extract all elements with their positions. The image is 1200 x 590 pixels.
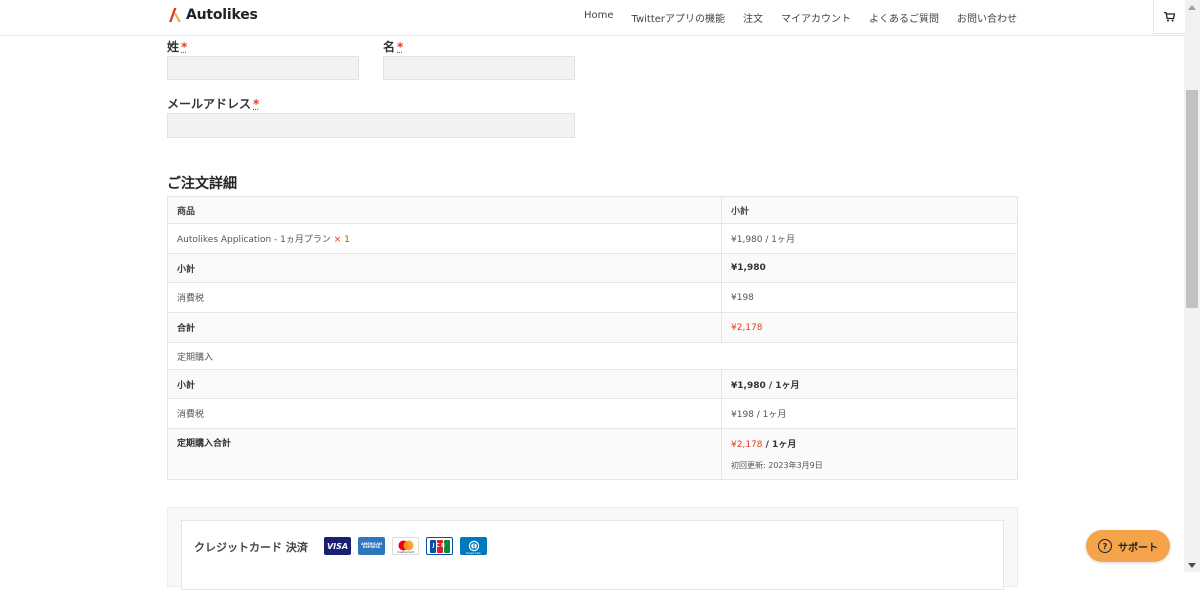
card-brand-list: VISA AMERICAN EXPRESS mastercard JCB Din… (324, 537, 487, 555)
recurring-subtotal-label: 小計 (167, 369, 722, 399)
nav-contact[interactable]: お問い合わせ (957, 10, 1017, 25)
subtotal-row: 小計 ¥1,980 (167, 253, 1018, 283)
recurring-total-cell: ¥2,178 / 1ヶ月 初回更新: 2023年3月9日 (721, 428, 1018, 480)
recurring-tax-row: 消費税 ¥198 / 1ヶ月 (167, 398, 1018, 429)
support-label: サポート (1118, 542, 1158, 554)
last-name-label: 姓 * (167, 38, 187, 55)
amex-text: AMERICAN EXPRESS (361, 541, 382, 549)
order-details-title: ご注文詳細 (167, 176, 237, 192)
recurring-total-value: ¥2,178 / 1ヶ月 (731, 437, 1008, 450)
item-quantity: × 1 (333, 235, 350, 245)
nav-faq[interactable]: よくあるご質問 (869, 10, 939, 25)
tax-row: 消費税 ¥198 (167, 282, 1018, 313)
header-product: 商品 (167, 196, 722, 224)
last-name-input[interactable] (167, 56, 359, 80)
recurring-subtotal-value: ¥1,980 / 1ヶ月 (721, 369, 1018, 399)
item-name: Autolikes Application - 1ヵ月プラン (177, 235, 331, 245)
visa-text: VISA (326, 541, 349, 551)
recurring-total-period: / 1ヶ月 (762, 440, 797, 450)
recurring-total-label: 定期購入合計 (167, 428, 722, 480)
recurring-heading-row: 定期購入 (167, 342, 1018, 370)
subtotal-label: 小計 (167, 253, 722, 283)
first-name-label: 名 * (383, 38, 403, 55)
email-input[interactable] (167, 113, 575, 138)
total-label: 合計 (167, 312, 722, 343)
total-value: ¥2,178 (721, 312, 1018, 343)
recurring-subtotal-row: 小計 ¥1,980 / 1ヶ月 (167, 369, 1018, 399)
item-price: ¥1,980 / 1ヶ月 (721, 223, 1018, 254)
jcb-card-icon: JCB (426, 537, 453, 555)
help-icon: ? (1098, 539, 1112, 553)
total-row: 合計 ¥2,178 (167, 312, 1018, 343)
site-header: Autolikes Home Twitterアプリの機能 注文 マイアカウント … (0, 0, 1185, 36)
nav-home[interactable]: Home (584, 10, 614, 25)
tax-label: 消費税 (167, 282, 722, 313)
visa-card-icon: VISA (324, 537, 351, 555)
subtotal-value: ¥1,980 (721, 253, 1018, 283)
diners-circle (468, 540, 479, 552)
recurring-tax-value: ¥198 / 1ヶ月 (721, 398, 1018, 429)
tax-value: ¥198 (721, 282, 1018, 313)
order-item-row: Autolikes Application - 1ヵ月プラン × 1 ¥1,98… (167, 223, 1018, 254)
first-renewal-date: 初回更新: 2023年3月9日 (731, 461, 823, 470)
diners-text: Diners Club (466, 552, 481, 555)
cart-button[interactable] (1153, 0, 1185, 34)
amex-card-icon: AMERICAN EXPRESS (358, 537, 385, 555)
required-mark: * (253, 97, 260, 111)
credit-card-label: クレジットカード 決済 (194, 541, 308, 554)
first-name-label-text: 名 (383, 40, 396, 54)
mastercard-icon: mastercard (392, 537, 419, 555)
support-button[interactable]: ? サポート (1086, 530, 1170, 562)
last-name-label-text: 姓 (167, 40, 180, 54)
scroll-thumb[interactable] (1186, 90, 1198, 308)
recurring-heading: 定期購入 (167, 342, 1018, 370)
page-scrollbar[interactable] (1184, 0, 1200, 572)
order-item-cell: Autolikes Application - 1ヵ月プラン × 1 (167, 223, 722, 254)
table-header-row: 商品 小計 (167, 196, 1018, 224)
payment-section: クレジットカード 決済 VISA AMERICAN EXPRESS master… (167, 507, 1018, 590)
nav-my-account[interactable]: マイアカウント (781, 10, 851, 25)
jcb-text: JCB (432, 543, 447, 549)
email-label-text: メールアドレス (167, 97, 252, 111)
nav-features[interactable]: Twitterアプリの機能 (631, 10, 725, 25)
scroll-down-arrow-icon[interactable] (1184, 558, 1200, 572)
recurring-total-row: 定期購入合計 ¥2,178 / 1ヶ月 初回更新: 2023年3月9日 (167, 428, 1018, 480)
recurring-tax-label: 消費税 (167, 398, 722, 429)
diners-club-card-icon: Diners Club (460, 537, 487, 555)
required-mark: * (181, 40, 188, 54)
email-label: メールアドレス * (167, 95, 259, 112)
logo-link[interactable]: Autolikes (168, 7, 258, 23)
required-mark: * (397, 40, 404, 54)
cart-icon (1164, 11, 1175, 22)
nav-order[interactable]: 注文 (743, 10, 763, 25)
scroll-up-arrow-icon[interactable] (1184, 0, 1200, 14)
main-nav: Home Twitterアプリの機能 注文 マイアカウント よくあるご質問 お問… (584, 10, 1017, 25)
credit-card-payment-option[interactable]: クレジットカード 決済 VISA AMERICAN EXPRESS master… (181, 520, 1004, 590)
first-name-input[interactable] (383, 56, 575, 80)
mastercard-text: mastercard (396, 550, 415, 554)
order-details-table: 商品 小計 Autolikes Application - 1ヵ月プラン × 1… (167, 196, 1018, 480)
autolikes-logo-icon (169, 8, 181, 22)
logo-text: Autolikes (186, 7, 258, 23)
header-subtotal: 小計 (721, 196, 1018, 224)
recurring-total-amount: ¥2,178 (731, 440, 763, 450)
